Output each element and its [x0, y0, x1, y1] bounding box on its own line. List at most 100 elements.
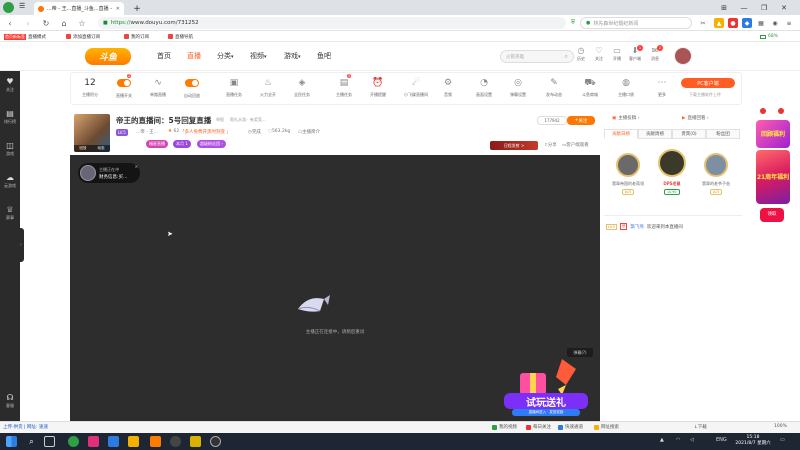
promo-tag[interactable]: 「多人免费开黑时刻变 」	[180, 129, 231, 135]
side-ad-claim-button[interactable]: 领取	[760, 208, 784, 222]
status-zoom[interactable]: 100%	[774, 424, 787, 429]
sidebar-collapse-button[interactable]: ›	[18, 228, 24, 262]
status-left-link[interactable]: 上传-供货 | 网址: 速速	[3, 424, 48, 430]
tray-volume-icon[interactable]: ◁	[690, 437, 694, 443]
app-icon-folder[interactable]	[128, 436, 139, 447]
forward-arrow-icon[interactable]: ›	[22, 17, 34, 29]
sidebar-item-service[interactable]: ☊ 客服	[0, 393, 20, 409]
status-item-search[interactable]: 网址搜索	[594, 424, 619, 430]
tab-close-icon[interactable]: ✕	[116, 6, 120, 12]
extension-icon-1[interactable]: ▲	[714, 18, 724, 28]
header-broadcast[interactable]: ▭ 开播	[610, 46, 624, 62]
tool-post[interactable]: ✎ 发布动态	[537, 77, 571, 98]
task-launch-button[interactable]: 日程发射 >	[490, 141, 538, 150]
browser-logo-icon[interactable]	[3, 2, 14, 13]
nav-fishbar[interactable]: 鱼吧	[317, 51, 331, 61]
super-fans-pill[interactable]: 超级粉丝团 ›	[197, 140, 226, 148]
pc-client-button[interactable]: PC客户端	[681, 78, 735, 88]
user-avatar[interactable]	[674, 47, 692, 65]
replay-tab[interactable]: ▶ 直播回看 ›	[682, 115, 709, 122]
app-icon-active[interactable]	[210, 436, 221, 447]
fortune-month[interactable]: 本月 1	[173, 140, 191, 148]
fortune-pill[interactable]: 福星直播	[146, 140, 168, 148]
sidebar-item-events[interactable]: ♕ 赛事	[0, 205, 20, 221]
close-icon[interactable]: ✕	[135, 164, 138, 169]
site-search-input[interactable]: 火箭英雄 ⌕	[500, 50, 574, 63]
tab-vip[interactable]: 贵宾(0)	[672, 129, 706, 139]
tray-network-icon[interactable]: ▲	[660, 437, 664, 443]
sidebar-item-game[interactable]: ◫ 游戏	[0, 141, 20, 157]
autoplay-toggle[interactable]	[185, 79, 199, 87]
zoom-indicator[interactable]: 68%	[760, 32, 778, 41]
shield-icon[interactable]: ⛨	[568, 18, 578, 28]
player-anchor-badge[interactable]: 主播正在冲 财务信息:买... ✕	[78, 163, 140, 183]
taskbar-clock[interactable]: 15:18 2021/8/7 星期六	[733, 435, 773, 447]
search-icon[interactable]: ⌕	[26, 436, 37, 447]
bookmark-item-1[interactable]: 直播模式	[28, 32, 46, 41]
task-view-icon[interactable]	[44, 436, 55, 447]
browser-search-input[interactable]: ● 林先森世纪婚纪新闻	[580, 17, 692, 29]
streamer-name[interactable]: ...帝 · 王...	[136, 129, 158, 135]
sidebar-item-follow[interactable]: ♥ 关注	[0, 77, 20, 93]
tool-picture[interactable]: ◔ 画面设置	[467, 77, 501, 98]
status-item-fast[interactable]: 快速通道	[558, 424, 583, 430]
menu-dots-icon[interactable]: ≡	[784, 18, 794, 28]
browser-menu-icon[interactable]: ☰	[19, 2, 29, 12]
reload-icon[interactable]: ↻	[40, 17, 52, 29]
window-restore-button[interactable]: ❐	[756, 2, 772, 13]
grid-apps-icon[interactable]: ▦	[756, 18, 766, 28]
url-bar[interactable]: ■ https:// www.douyu.com /731252	[98, 17, 566, 29]
app-icon-orange[interactable]	[150, 436, 161, 447]
live-toggle[interactable]	[117, 79, 131, 87]
nav-live[interactable]: 直播	[187, 51, 201, 61]
app-icon-yellow[interactable]	[190, 436, 201, 447]
extension-icon-3[interactable]: ◆	[742, 18, 752, 28]
bookmark-item-2[interactable]: 添加直播订阅	[66, 32, 100, 41]
anchor-posts-tab[interactable]: ▣ 主播投稿 ›	[612, 115, 640, 122]
tool-live-task[interactable]: ▣ 直播任务	[217, 77, 251, 98]
sidebar-item-cloud-game[interactable]: ☁ 云游戏	[0, 173, 20, 189]
tab-fanclub[interactable]: 粉丝团	[706, 129, 740, 139]
douyu-logo[interactable]: 斗鱼	[85, 48, 131, 65]
notification-icon[interactable]: ▭	[780, 437, 785, 443]
windows-start-icon[interactable]	[6, 436, 17, 447]
tool-all-task[interactable]: ◈ 全民任务	[285, 77, 319, 98]
tool-remind[interactable]: ⏰ 开播提醒	[361, 77, 395, 98]
rank-item-2[interactable]: 翡翠帝国的老蒋翎 LV.5	[606, 153, 650, 195]
browser-app-icon[interactable]	[68, 436, 79, 447]
follow-button[interactable]: + 关注	[567, 116, 595, 125]
extension-icon-2[interactable]: ●	[728, 18, 738, 28]
tray-wifi-icon[interactable]: ◠	[676, 437, 680, 443]
video-player[interactable]: 主播正在冲 财务信息:买... ✕ ➤ 主播正在连接中，请稍后重试 弹幕(?) …	[70, 155, 600, 422]
tool-single[interactable]: ∿ 单路直播	[141, 77, 175, 98]
tray-lang[interactable]: ENG	[716, 437, 727, 443]
tool-autoplay[interactable]: 自动回放	[175, 77, 209, 99]
app-icon-obs[interactable]	[170, 436, 181, 447]
sidebar-item-ranking[interactable]: ▤ 排行榜	[0, 109, 20, 125]
search-icon[interactable]: ⌕	[565, 53, 568, 61]
welcome-user[interactable]: 飘飞燕	[630, 224, 644, 230]
bookmark-item-3[interactable]: 我的订阅	[124, 32, 149, 41]
user-icon[interactable]: ◉	[770, 18, 780, 28]
status-item-video[interactable]: 我的视频	[492, 424, 517, 430]
bookmark-item-4[interactable]: 直播导航	[168, 32, 193, 41]
new-tab-button[interactable]: +	[130, 2, 144, 15]
window-pin-button[interactable]: ⊞	[716, 2, 732, 13]
tool-shop[interactable]: ⛟ 斗鱼商城	[573, 77, 607, 98]
window-minimize-button[interactable]: —	[736, 2, 752, 13]
nav-game[interactable]: 游戏▾	[284, 51, 301, 61]
bookmark-home-tag[interactable]: 首页新标签	[4, 32, 26, 41]
tool-more[interactable]: ⋯ 更多	[645, 77, 679, 98]
back-arrow-icon[interactable]: ‹	[4, 17, 16, 29]
nav-home[interactable]: 首页	[157, 51, 171, 61]
status-item-download[interactable]: ↓下载	[694, 424, 707, 430]
home-icon[interactable]: ⌂	[58, 17, 70, 29]
stat-intro[interactable]: ☖主播简介	[298, 129, 320, 135]
tool-pocket[interactable]: ◍ 主播口袋	[609, 77, 643, 98]
tool-score[interactable]: 12 主播积分	[73, 77, 107, 98]
tool-danmu[interactable]: ◎ 弹幕设置	[501, 77, 535, 98]
header-message[interactable]: ✉ 消息 2	[648, 45, 663, 62]
header-client[interactable]: ⬇ 客户端 1	[628, 45, 643, 62]
app-icon-blue[interactable]	[108, 436, 119, 447]
tool-audio[interactable]: ⚙ 音频	[431, 77, 465, 98]
